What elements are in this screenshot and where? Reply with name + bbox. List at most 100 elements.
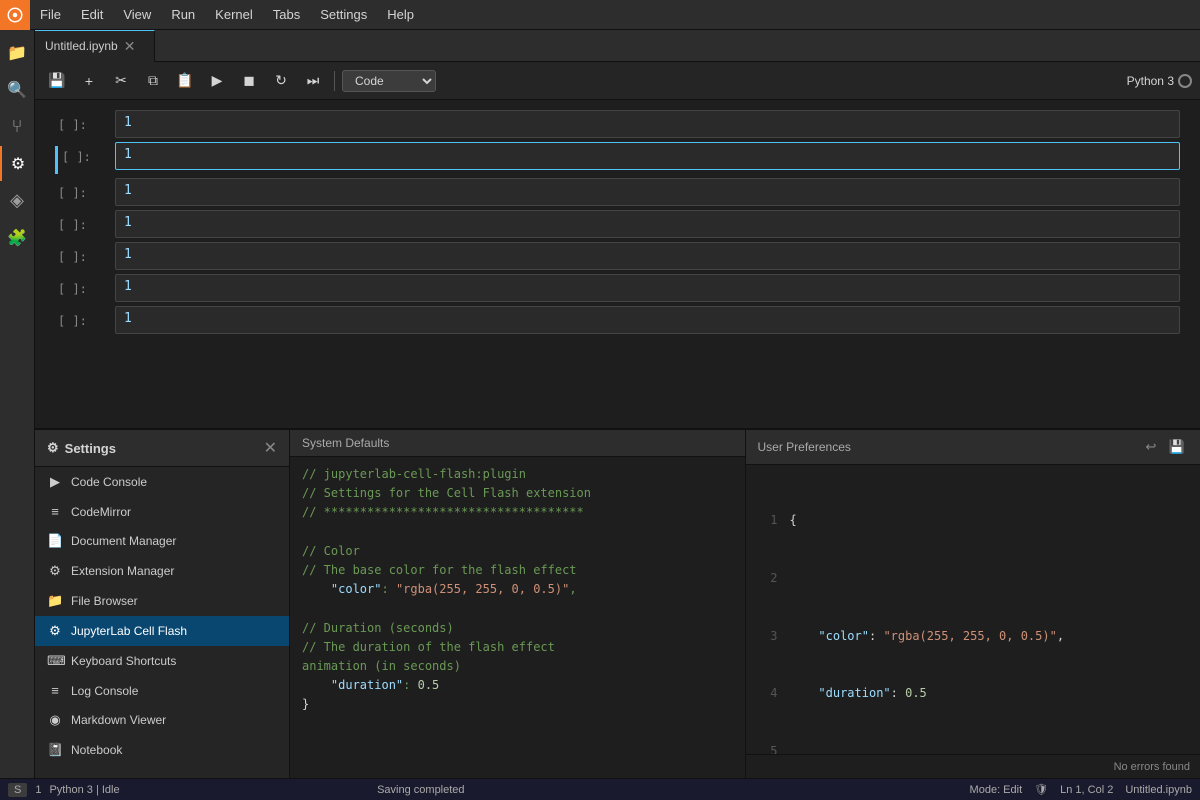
app-logo (0, 0, 30, 30)
cell-gutter-3: [ ]: (55, 178, 115, 200)
markdown-icon: ◉ (47, 712, 63, 728)
gear-icon: ⚙ (47, 440, 59, 456)
settings-header: ⚙ Settings ✕ (35, 430, 289, 467)
git-icon[interactable]: ⑂ (0, 109, 35, 144)
settings-item-keyboard-shortcuts[interactable]: ⌨ Keyboard Shortcuts (35, 646, 289, 676)
user-preferences-code[interactable]: 1{ 2 3 "color": "rgba(255, 255, 0, 0.5)"… (746, 465, 1200, 754)
notebook-container: Untitled.ipynb ✕ 💾 + ✂ ⧉ 📋 ▶ ◼ ↻ ⏭ Code … (35, 30, 1200, 778)
settings-item-codemirror[interactable]: ≡ CodeMirror (35, 497, 289, 526)
sidebar-icons: 📁 🔍 ⑂ ⚙ ◈ 🧩 (0, 30, 35, 778)
tab-close-button[interactable]: ✕ (124, 38, 136, 55)
notebook-tab[interactable]: Untitled.ipynb ✕ (35, 30, 155, 62)
menu-edit[interactable]: Edit (71, 0, 113, 30)
settings-item-document-manager[interactable]: 📄 Document Manager (35, 526, 289, 556)
cell-editor-3[interactable]: 1 (115, 178, 1180, 206)
extension-manager-icon: ⚙ (47, 563, 63, 579)
cell-gutter-6: [ ]: (55, 274, 115, 296)
settings-item-markdown-viewer[interactable]: ◉ Markdown Viewer (35, 705, 289, 735)
restart-button[interactable]: ↻ (267, 67, 295, 95)
menu-tabs[interactable]: Tabs (263, 0, 310, 30)
cell-row-1: [ ]: 1 (55, 110, 1180, 138)
bottom-panel: ⚙ Settings ✕ ▶ Code Console ≡ CodeMirror (35, 428, 1200, 778)
no-errors-text: No errors found (1114, 761, 1190, 773)
settings-title: ⚙ Settings (47, 440, 116, 456)
file-browser-icon: 📁 (47, 593, 63, 609)
user-preferences-header: User Preferences ↩ 💾 (746, 430, 1200, 465)
settings-sidebar: ⚙ Settings ✕ ▶ Code Console ≡ CodeMirror (35, 430, 290, 778)
cell-row-3: [ ]: 1 (55, 178, 1180, 206)
fast-forward-button[interactable]: ⏭ (299, 67, 327, 95)
kernel-circle-icon (1178, 74, 1192, 88)
cell-editor-4[interactable]: 1 (115, 210, 1180, 238)
keyboard-icon: ⌨ (47, 653, 63, 669)
search-icon[interactable]: 🔍 (0, 72, 35, 107)
no-errors-bar: No errors found (746, 754, 1200, 778)
extension-icon[interactable]: 🧩 (0, 220, 35, 255)
save-button[interactable]: 💾 (43, 67, 71, 95)
run-button[interactable]: ▶ (203, 67, 231, 95)
cell-type-selector[interactable]: Code Markdown Raw (342, 70, 436, 92)
user-preferences-pane: User Preferences ↩ 💾 1{ 2 3 "color": "rg… (746, 430, 1200, 778)
cell-row-2: [ ]: 1 (55, 142, 1180, 174)
cell-editor-2[interactable]: 1 (115, 142, 1180, 170)
status-bar: S 1 Python 3 | Idle Saving completed Mod… (0, 778, 1200, 800)
notebook-icon: 📓 (47, 742, 63, 758)
cell-prompt-5: [ ]: (58, 246, 108, 264)
cell-prompt-4: [ ]: (58, 214, 108, 232)
codemirror-icon: ≡ (47, 504, 63, 519)
add-cell-button[interactable]: + (75, 67, 103, 95)
cell-gutter-2: [ ]: (55, 142, 115, 174)
cell-prompt-2: [ ]: (62, 146, 112, 174)
save-user-prefs-button[interactable]: 💾 (1166, 436, 1188, 458)
cell-row-6: [ ]: 1 (55, 274, 1180, 302)
main-area: 📁 🔍 ⑂ ⚙ ◈ 🧩 Untitled.ipynb ✕ 💾 + ✂ ⧉ 📋 ▶… (0, 30, 1200, 778)
tab-bar: Untitled.ipynb ✕ (35, 30, 1200, 62)
system-defaults-title: System Defaults (302, 436, 389, 450)
settings-item-extension-manager[interactable]: ⚙ Extension Manager (35, 556, 289, 586)
cell-flash-icon: ⚙ (47, 623, 63, 639)
cell-row-7: [ ]: 1 (55, 306, 1180, 334)
cut-button[interactable]: ✂ (107, 67, 135, 95)
menu-bar: File Edit View Run Kernel Tabs Settings … (0, 0, 1200, 30)
toolbar-right: Python 3 (1127, 74, 1192, 88)
cell-editor-1[interactable]: 1 (115, 110, 1180, 138)
cell-editor-5[interactable]: 1 (115, 242, 1180, 270)
undo-button[interactable]: ↩ (1140, 436, 1162, 458)
pane-actions: ↩ 💾 (1140, 436, 1188, 458)
notebook-cells: [ ]: 1 [ ]: 1 [ ]: 1 (35, 100, 1200, 428)
settings-sidebar-icon[interactable]: ⚙ (0, 146, 35, 181)
menu-kernel[interactable]: Kernel (205, 0, 263, 30)
menu-file[interactable]: File (30, 0, 71, 30)
system-defaults-header: System Defaults (290, 430, 745, 457)
status-count: 1 (35, 784, 41, 796)
stop-button[interactable]: ◼ (235, 67, 263, 95)
paste-button[interactable]: 📋 (171, 67, 199, 95)
folder-icon[interactable]: 📁 (0, 35, 35, 70)
cell-gutter-5: [ ]: (55, 242, 115, 264)
toolbar: 💾 + ✂ ⧉ 📋 ▶ ◼ ↻ ⏭ Code Markdown Raw Pyth… (35, 62, 1200, 100)
settings-item-cell-flash[interactable]: ⚙ JupyterLab Cell Flash (35, 616, 289, 646)
palette-icon[interactable]: ◈ (0, 183, 35, 218)
menu-run[interactable]: Run (161, 0, 205, 30)
status-right: Mode: Edit 🛡 Ln 1, Col 2 Untitled.ipynb (970, 783, 1192, 796)
status-center: Saving completed (377, 784, 464, 796)
tab-title: Untitled.ipynb (45, 39, 118, 53)
cell-gutter-7: [ ]: (55, 306, 115, 328)
settings-item-file-browser[interactable]: 📁 File Browser (35, 586, 289, 616)
settings-item-log-console[interactable]: ≡ Log Console (35, 676, 289, 705)
menu-view[interactable]: View (113, 0, 161, 30)
menu-settings[interactable]: Settings (310, 0, 377, 30)
status-kernel-idle: Python 3 | Idle (49, 784, 119, 796)
cell-prompt-1: [ ]: (58, 114, 108, 132)
settings-item-notebook[interactable]: 📓 Notebook (35, 735, 289, 765)
system-defaults-code: // jupyterlab-cell-flash:plugin // Setti… (290, 457, 745, 778)
status-left: S 1 Python 3 | Idle (8, 783, 120, 797)
menu-help[interactable]: Help (377, 0, 424, 30)
status-s-badge: S (8, 783, 27, 797)
cell-editor-6[interactable]: 1 (115, 274, 1180, 302)
status-cursor: Ln 1, Col 2 (1060, 784, 1113, 796)
settings-close-button[interactable]: ✕ (264, 438, 277, 458)
cell-editor-7[interactable]: 1 (115, 306, 1180, 334)
copy-button[interactable]: ⧉ (139, 67, 167, 95)
settings-item-code-console[interactable]: ▶ Code Console (35, 467, 289, 497)
